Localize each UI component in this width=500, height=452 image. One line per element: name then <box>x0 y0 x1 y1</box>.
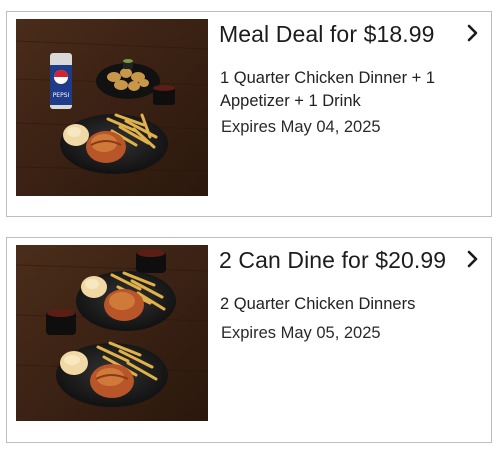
deal-expiry: Expires May 04, 2025 <box>221 118 381 136</box>
deal-card-meal-deal[interactable]: PEPSI Meal Deal for $18.99 1 Quarter Chi… <box>6 11 492 217</box>
cup-brand-text: PEPSI <box>53 92 70 99</box>
chevron-right-icon[interactable] <box>465 248 481 270</box>
chevron-right-icon[interactable] <box>465 22 481 44</box>
deal-description: 1 Quarter Chicken Dinner + 1 Appetizer +… <box>220 69 436 110</box>
deal-title: 2 Can Dine for $20.99 <box>219 247 447 273</box>
meal-deal-photo: PEPSI <box>16 19 208 196</box>
deal-card-two-can-dine[interactable]: 2 Can Dine for $20.99 2 Quarter Chicken … <box>6 237 492 443</box>
two-can-dine-photo <box>16 245 208 421</box>
deal-description: 2 Quarter Chicken Dinners <box>220 295 416 313</box>
deal-title: Meal Deal for $18.99 <box>219 21 435 47</box>
deal-expiry: Expires May 05, 2025 <box>221 324 381 342</box>
